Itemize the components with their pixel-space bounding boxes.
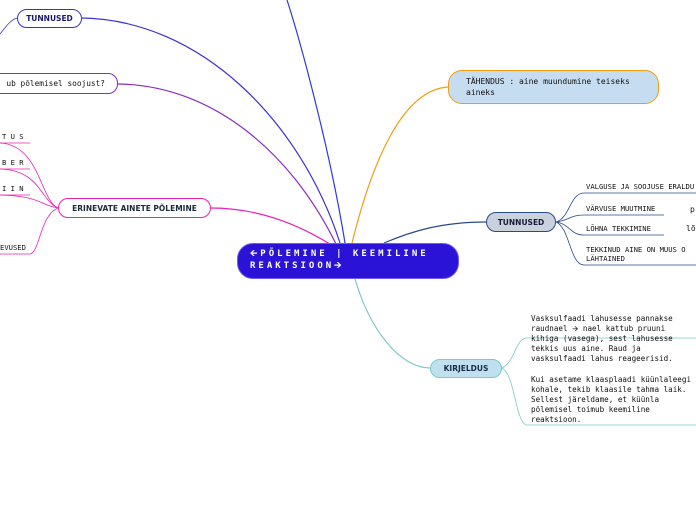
tunnused-item-tekkinud[interactable]: TEKKINUD AINE ON MUUS O LÄHTAINED xyxy=(586,245,696,263)
kirjeldus-note-1-text: Vasksulfaadi lahusesse pannakse raudnael… xyxy=(531,314,673,363)
kirjeldus-note-2-text: Kui asetame klaasplaadi küünlaleegi koha… xyxy=(531,375,692,424)
tunnused-item-varvus[interactable]: VÄRVUSE MUUTMINE xyxy=(586,204,655,213)
left-fragment-1[interactable]: T U S xyxy=(2,132,24,141)
left-fragment-2[interactable]: B E R xyxy=(2,158,24,167)
tunnused-item-tekkinud-text: TEKKINUD AINE ON MUUS O LÄHTAINED xyxy=(586,245,686,263)
central-topic-node[interactable]: 🡨PÕLEMINE | KEEMILINE REAKTSIOON🡪 xyxy=(237,243,459,279)
kirjeldus-note-2[interactable]: Kui asetame klaasplaadi küünlaleegi koha… xyxy=(531,375,696,425)
central-topic-line1: 🡨PÕLEMINE | KEEMILINE xyxy=(250,249,429,259)
erinevate-ainete-node[interactable]: ERINEVATE AINETE PÕLEMINE xyxy=(58,198,211,218)
left-fragment-3[interactable]: I I N xyxy=(2,184,24,193)
tunnused-item-varvus-extra: p xyxy=(690,205,695,214)
left-fragment-4[interactable]: EVUSED xyxy=(0,243,26,252)
right-tunnused-label: TUNNUSED xyxy=(497,217,545,227)
question-label: ub põlemisel soojust? xyxy=(6,79,105,88)
tahendus-text: TÄHENDUS : aine muundumine teiseks ainek… xyxy=(466,77,630,97)
tunnused-item-lohn-extra: lõ xyxy=(686,224,696,233)
tahendus-node[interactable]: TÄHENDUS : aine muundumine teiseks ainek… xyxy=(448,70,659,104)
question-node[interactable]: ub põlemisel soojust? xyxy=(0,73,118,94)
kirjeldus-note-1[interactable]: Vasksulfaadi lahusesse pannakse raudnael… xyxy=(531,314,696,364)
tunnused-item-lohn[interactable]: LÕHNA TEKKIMINE xyxy=(586,224,651,233)
kirjeldus-node[interactable]: KIRJELDUS xyxy=(430,359,502,378)
central-topic-line2: REAKTSIOON🡪 xyxy=(250,261,345,271)
right-tunnused-node[interactable]: TUNNUSED xyxy=(486,212,556,232)
kirjeldus-label: KIRJELDUS xyxy=(443,364,489,373)
left-tunnused-label: TUNNUSED xyxy=(26,14,73,23)
erinevate-ainete-label: ERINEVATE AINETE PÕLEMINE xyxy=(72,203,197,213)
left-tunnused-node[interactable]: TUNNUSED xyxy=(17,9,82,28)
mind-map-canvas: 🡨PÕLEMINE | KEEMILINE REAKTSIOON🡪 TUNNUS… xyxy=(0,0,696,520)
tunnused-item-valgus[interactable]: VALGUSE JA SOOJUSE ERALDU xyxy=(586,182,694,191)
